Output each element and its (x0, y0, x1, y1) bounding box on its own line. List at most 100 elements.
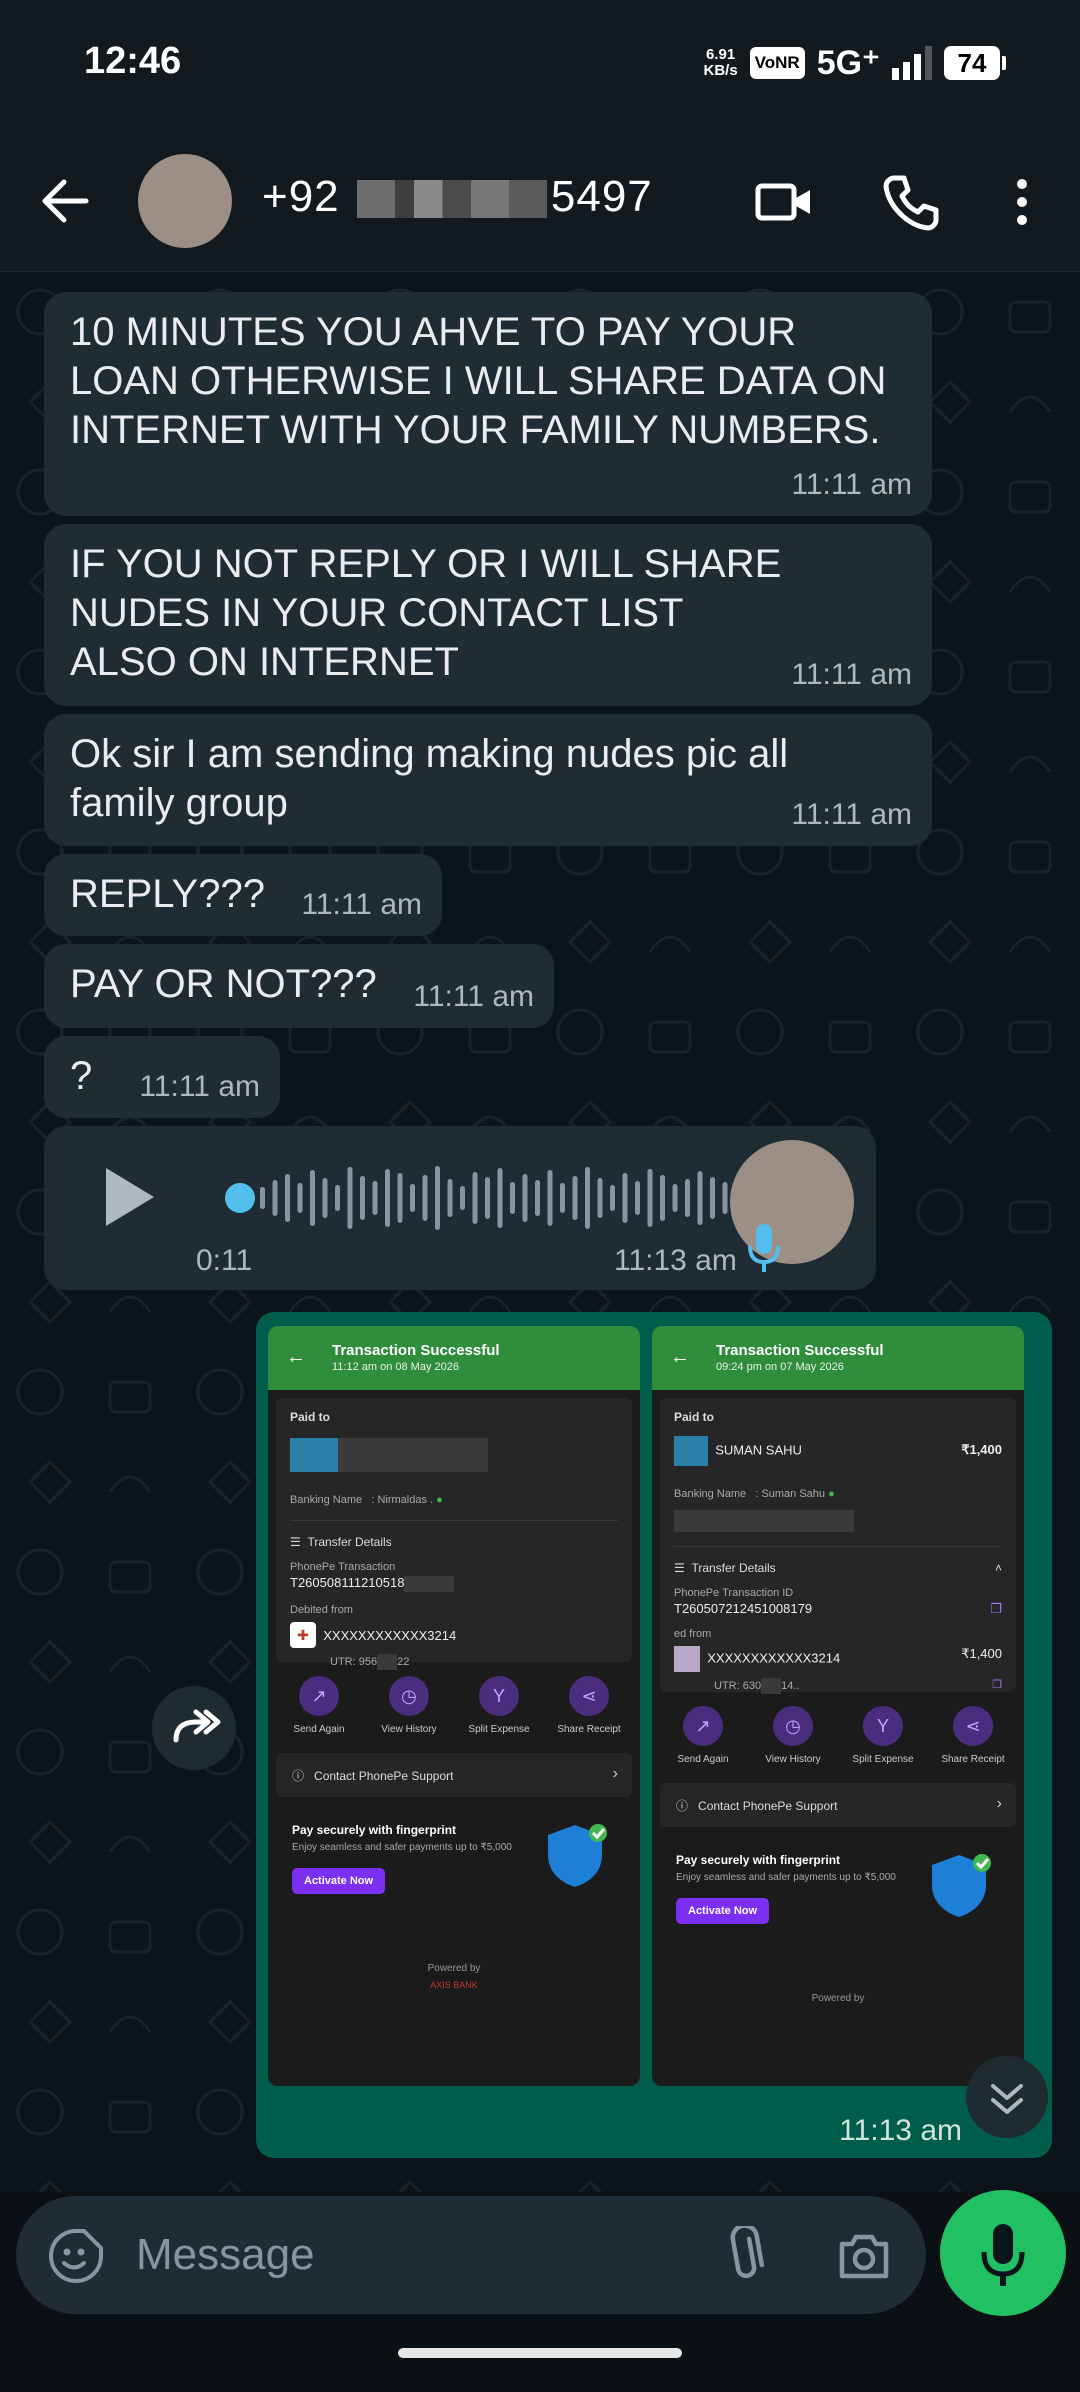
chat-area[interactable]: 10 MINUTES YOU AHVE TO PAY YOUR LOAN OTH… (0, 272, 1080, 2192)
redacted-block (338, 1438, 488, 1472)
message-input[interactable] (136, 2224, 696, 2286)
back-arrow-icon: ← (670, 1346, 690, 1368)
message-text: 10 MINUTES YOU AHVE TO PAY YOUR LOAN OTH… (70, 310, 887, 452)
shield-icon (932, 1854, 991, 1917)
scroll-down-icon[interactable] (966, 2056, 1048, 2138)
image-message[interactable]: ← Transaction Successful 11:12 am on 08 … (256, 1312, 1052, 2158)
waveform-bar (422, 1175, 428, 1221)
waveform-bar (685, 1179, 690, 1217)
play-icon[interactable] (98, 1164, 158, 1230)
waveform-bar (435, 1166, 440, 1230)
split-expense-action: Y Split Expense (843, 1706, 923, 1765)
message-bubble[interactable]: Ok sir I am sending making nudes pic all… (44, 714, 932, 846)
activate-button: Activate Now (676, 1898, 770, 1924)
forward-icon[interactable] (152, 1686, 236, 1770)
mic-button[interactable] (940, 2190, 1066, 2316)
receipt-icon: ☰ (674, 1561, 685, 1575)
txn-card: Paid to Banking Name : Nirmaldas . ● ☰ T… (276, 1398, 632, 1670)
phone-call-icon[interactable] (880, 170, 944, 234)
waveform-bar (535, 1180, 540, 1216)
waveform-bar (522, 1174, 528, 1222)
support-label: Contact PhonePe Support (314, 1769, 454, 1783)
utr: UTR: 956 (330, 1655, 378, 1668)
camera-icon[interactable] (834, 2226, 894, 2286)
waveform-bar (410, 1184, 415, 1212)
copy-icon: ❐ (990, 1601, 1002, 1616)
message-time: 11:11 am (413, 980, 534, 1013)
utr-tail: 14.. (781, 1679, 800, 1692)
txn-title: Transaction Successful (716, 1342, 884, 1359)
txn-id-label: PhonePe Transaction (290, 1561, 396, 1573)
status-bar: 12:46 6.91 KB/s VoNR 5G⁺ 74 (0, 0, 1080, 130)
view-history-action: ◷ View History (753, 1706, 833, 1765)
txn-title: Transaction Successful (332, 1342, 500, 1359)
payment-screenshot[interactable]: ← Transaction Successful 11:12 am on 08 … (268, 1326, 640, 2086)
banking-name: : Suman Sahu (755, 1488, 826, 1500)
split-expense-action: Y Split Expense (459, 1676, 539, 1735)
copy-icon: ❐ (992, 1679, 1002, 1691)
txn-id: T260507212451008179 (674, 1601, 813, 1616)
waveform-bar (360, 1176, 365, 1220)
share-receipt-action: ⋖ Share Receipt (933, 1706, 1013, 1765)
send-again-action: ↗ Send Again (279, 1676, 359, 1735)
mic-icon (748, 1224, 780, 1272)
redacted-number (356, 180, 547, 219)
support-row: ⓘ Contact PhonePe Support › (660, 1783, 1016, 1827)
help-icon: ⓘ (676, 1799, 689, 1813)
waveform-bar (572, 1176, 578, 1220)
home-indicator[interactable] (398, 2348, 682, 2358)
waveform-bar (322, 1178, 328, 1218)
waveform-bar (397, 1173, 403, 1223)
waveform-bar (460, 1186, 465, 1210)
message-bubble[interactable]: IF YOU NOT REPLY OR I WILL SHARE NUDES I… (44, 524, 932, 706)
network-speed: 6.91 KB/s (703, 47, 737, 79)
waveform-bar (647, 1169, 653, 1227)
txn-actions: ↗ Send Again ◷ View History Y Split Expense… (652, 1692, 1024, 1775)
status-icons: 6.91 KB/s VoNR 5G⁺ 74 (703, 42, 1006, 84)
bank-icon: ✚ (290, 1621, 316, 1648)
waveform-bar (297, 1183, 303, 1213)
waveform-bar (622, 1173, 628, 1223)
contact-avatar[interactable] (138, 154, 232, 248)
chevron-up-icon: ˄ (994, 1561, 1002, 1575)
more-options-icon[interactable] (1000, 170, 1064, 234)
debited-from-label: Debited from (290, 1603, 353, 1616)
voice-message[interactable]: 0:11 11:13 am (44, 1126, 876, 1290)
message-time: 11:13 am (839, 2114, 962, 2147)
txn-amount: ₹1,400 (961, 1442, 1002, 1457)
help-icon: ⓘ (292, 1769, 305, 1783)
support-row: ⓘ Contact PhonePe Support › (276, 1753, 632, 1797)
waveform-bar (710, 1177, 715, 1219)
fp-desc: Enjoy seamless and safer payments up to … (676, 1872, 896, 1883)
share-receipt-action: ⋖ Share Receipt (549, 1676, 629, 1735)
waveform-bar (672, 1184, 678, 1212)
attach-icon[interactable] (716, 2226, 772, 2286)
debited-from-label: ed from (674, 1628, 712, 1640)
payment-screenshot[interactable]: ← Transaction Successful 09:24 pm on 07 … (652, 1326, 1024, 2086)
sticker-icon[interactable] (46, 2226, 106, 2286)
txn-id: T260508111210518 (290, 1575, 405, 1590)
account-number: XXXXXXXXXXXX3214 (707, 1650, 841, 1666)
contact-name[interactable]: +92 5497 (262, 172, 653, 222)
paid-to-label: Paid to (674, 1410, 715, 1424)
message-time: 11:11 am (791, 468, 912, 501)
vonr-badge: VoNR (749, 47, 805, 79)
waveform-bar (447, 1179, 453, 1217)
message-bubble[interactable]: ? 11:11 am (44, 1036, 280, 1118)
waveform-bar (547, 1170, 553, 1226)
waveform-bar (497, 1168, 503, 1228)
txn-card: Paid to SUMAN SAHU ₹1,400 Banking Name : … (660, 1398, 1016, 1694)
waveform[interactable] (224, 1154, 744, 1242)
message-time: 11:11 am (139, 1070, 260, 1103)
back-arrow-icon[interactable] (38, 170, 92, 232)
waveform-bar (597, 1178, 603, 1218)
utr-tail: 22 (397, 1655, 410, 1668)
txn-header: ← Transaction Successful 11:12 am on 08 … (268, 1326, 640, 1390)
waveform-bar (347, 1167, 353, 1229)
waveform-bar (260, 1187, 265, 1209)
video-call-icon[interactable] (752, 170, 816, 234)
message-bubble[interactable]: PAY OR NOT??? 11:11 am (44, 944, 554, 1028)
waveform-bar (472, 1172, 478, 1224)
message-bubble[interactable]: REPLY??? 11:11 am (44, 854, 442, 936)
message-bubble[interactable]: 10 MINUTES YOU AHVE TO PAY YOUR LOAN OTH… (44, 292, 932, 516)
